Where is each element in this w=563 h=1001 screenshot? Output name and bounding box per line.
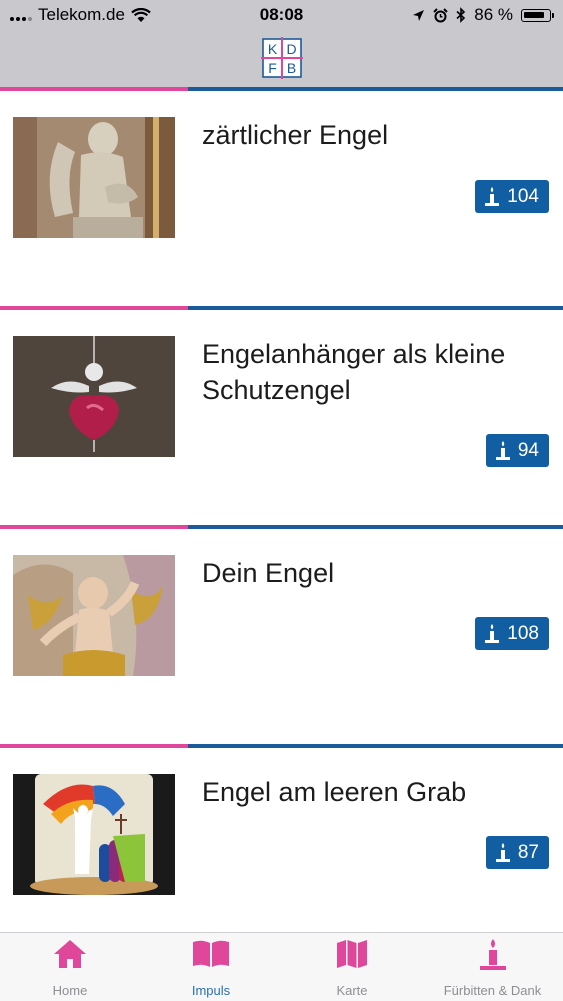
candle-icon xyxy=(495,842,510,862)
candle-count: 104 xyxy=(507,185,539,207)
alarm-icon xyxy=(433,7,448,22)
tab-bar: Home Impuls Karte Fürbitten & Dank xyxy=(0,932,563,1001)
card-divider xyxy=(0,306,563,310)
candle-count-badge[interactable]: 87 xyxy=(485,836,549,869)
logo-letter-b: B xyxy=(287,60,296,76)
candle-count: 108 xyxy=(507,622,539,644)
candle-icon xyxy=(495,440,510,460)
candle-count: 94 xyxy=(517,439,539,461)
list-item[interactable]: Engel am leeren Grab 87 xyxy=(0,744,563,963)
tab-label: Karte xyxy=(336,983,368,998)
list-item[interactable]: Engelanhänger als kleine Schutzengel 94 xyxy=(0,306,563,525)
logo-letter-d: D xyxy=(286,41,296,57)
item-thumbnail xyxy=(13,774,175,895)
status-right: 86 % xyxy=(412,5,554,25)
candle-count-badge[interactable]: 94 xyxy=(485,434,549,467)
candle-icon xyxy=(485,186,500,206)
battery-icon xyxy=(521,8,554,22)
status-bar: Telekom.de 08:08 86 % xyxy=(0,0,563,30)
list-item[interactable]: zärtlicher Engel 104 xyxy=(0,87,563,306)
map-icon xyxy=(337,940,367,968)
logo-letter-k: K xyxy=(268,41,278,57)
candle-count: 87 xyxy=(517,841,539,863)
bluetooth-icon xyxy=(456,7,466,23)
card-divider xyxy=(0,525,563,529)
tab-label: Home xyxy=(52,983,88,998)
logo-letter-f: F xyxy=(268,60,277,76)
book-icon xyxy=(193,940,229,967)
item-title: zärtlicher Engel xyxy=(202,120,389,150)
tab-home[interactable]: Home xyxy=(0,933,140,1001)
item-thumbnail xyxy=(13,555,175,676)
battery-percent: 86 % xyxy=(474,5,513,24)
impuls-list: zärtlicher Engel 104 Engelanhänger als k… xyxy=(0,87,563,963)
card-divider xyxy=(0,87,563,91)
home-icon xyxy=(54,940,86,968)
item-title: Engelanhänger als kleine Schutzengel xyxy=(202,339,506,405)
tab-karte[interactable]: Karte xyxy=(282,933,422,1001)
tab-fuerbitten[interactable]: Fürbitten & Dank xyxy=(422,933,563,1001)
candle-icon xyxy=(485,623,500,643)
item-title: Engel am leeren Grab xyxy=(202,777,467,807)
tab-label: Impuls xyxy=(191,983,231,998)
tab-impuls[interactable]: Impuls xyxy=(140,933,282,1001)
tab-label: Fürbitten & Dank xyxy=(443,983,542,998)
list-item[interactable]: Dein Engel 108 xyxy=(0,525,563,744)
item-thumbnail xyxy=(13,336,175,457)
location-arrow-icon xyxy=(413,9,425,21)
candle-count-badge[interactable]: 108 xyxy=(475,617,549,650)
candle-count-badge[interactable]: 104 xyxy=(475,180,549,213)
item-thumbnail xyxy=(13,117,175,238)
card-divider xyxy=(0,744,563,748)
kdfb-logo: K D F B xyxy=(261,37,303,79)
candle-icon xyxy=(479,939,506,970)
item-title: Dein Engel xyxy=(202,558,335,588)
nav-bar: K D F B xyxy=(0,30,563,87)
